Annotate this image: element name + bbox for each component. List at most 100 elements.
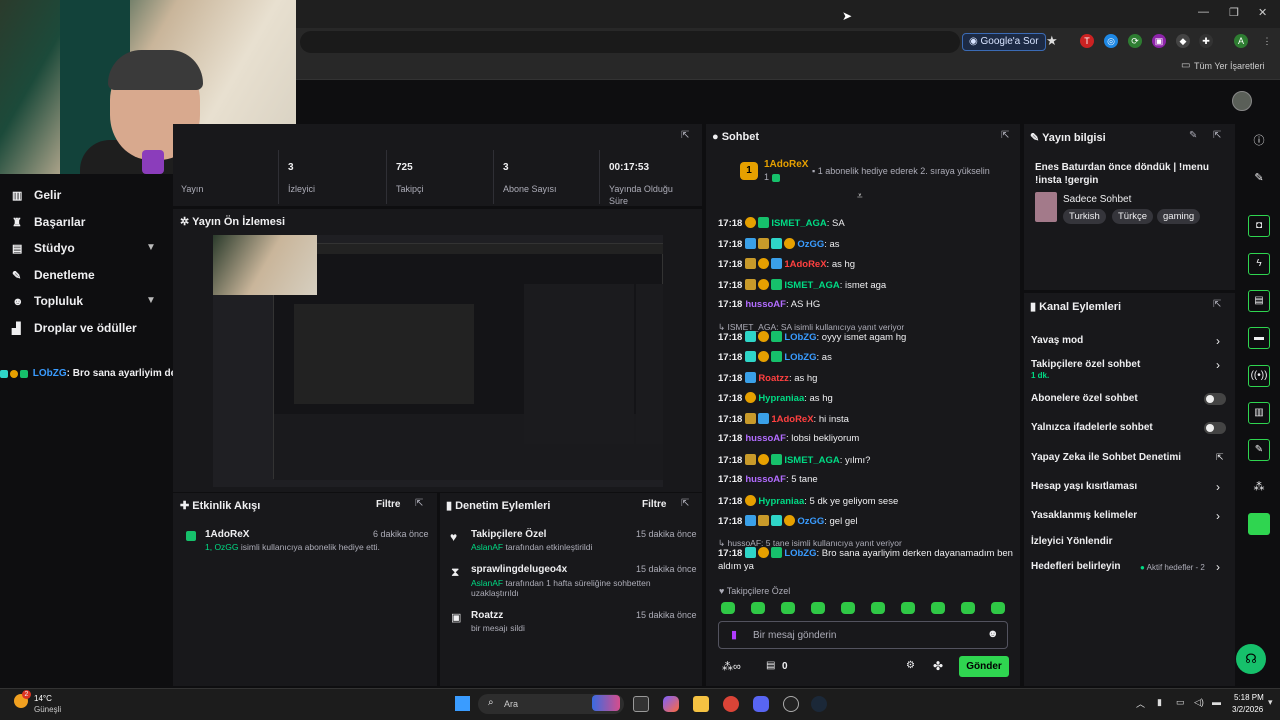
sidebar-item[interactable]: ☻ Topluluk: [12, 294, 83, 308]
chat-input[interactable]: ▮ Bir mesaj gönderin ☻: [718, 621, 1008, 649]
chat-message[interactable]: 17:18 ISMET_AGA: yılmı?: [718, 453, 1008, 466]
chevron-right-icon[interactable]: ›: [1216, 480, 1220, 494]
sidebar-item[interactable]: ♜ Başarılar: [12, 215, 85, 229]
profile-avatar[interactable]: A: [1234, 34, 1248, 48]
chat-username[interactable]: 1AdoReX: [784, 259, 826, 270]
network-icon[interactable]: ▭: [1176, 697, 1185, 708]
tray-chevron-icon[interactable]: ︿: [1136, 697, 1145, 710]
file-explorer-icon[interactable]: [693, 696, 709, 712]
emote-icon[interactable]: [871, 602, 885, 614]
chat-message[interactable]: 17:18 OzGG: gel gel: [718, 515, 1008, 527]
sidebar-item[interactable]: ▥ Gelir: [12, 188, 61, 202]
sidebar-item[interactable]: ▤ Stüdyo: [12, 241, 75, 255]
document-icon[interactable]: ▤: [1248, 290, 1270, 312]
stream-preview[interactable]: [213, 235, 663, 487]
chevron-down-icon[interactable]: ▼: [146, 295, 156, 306]
microphone-icon[interactable]: ▮: [1157, 697, 1162, 708]
emote-icon[interactable]: [961, 602, 975, 614]
channel-action[interactable]: İzleyici Yönlendir: [1031, 536, 1113, 547]
clock-time[interactable]: 5:18 PM: [1234, 693, 1264, 702]
sidebar-item[interactable]: ▟ Droplar ve ödüller: [12, 321, 137, 335]
chat-message[interactable]: 17:18 hussoAF: 5 tane: [718, 474, 1008, 485]
browser-menu-icon[interactable]: ⋮: [1260, 34, 1274, 48]
copilot-icon[interactable]: [663, 696, 679, 712]
popout-icon[interactable]: ⇱: [1213, 130, 1221, 141]
chat-username[interactable]: OzGG: [797, 516, 824, 527]
popout-icon[interactable]: ⇱: [415, 498, 423, 509]
extension-icon[interactable]: ▣: [1152, 34, 1166, 48]
channel-action[interactable]: Takipçilere özel sohbet: [1031, 359, 1140, 370]
chat-message[interactable]: 17:18 1AdoReX: hi insta: [718, 412, 1008, 425]
channel-action[interactable]: Yavaş mod: [1031, 335, 1083, 346]
popout-icon[interactable]: ⇱: [681, 498, 689, 509]
emote-icon[interactable]: [991, 602, 1005, 614]
wrench-icon[interactable]: ✎: [1248, 439, 1270, 461]
all-bookmarks-link[interactable]: Tüm Yer İşaretleri: [1194, 61, 1265, 71]
share-icon[interactable]: ⁂: [1248, 476, 1270, 498]
chat-username[interactable]: ISMET_AGA: [784, 280, 839, 291]
minimize-icon[interactable]: —: [1198, 6, 1209, 18]
channel-action[interactable]: Yalnızca ifadelerle sohbet: [1031, 422, 1153, 433]
chevron-right-icon[interactable]: ›: [1216, 358, 1220, 372]
popout-icon[interactable]: ⇱: [681, 130, 689, 141]
chat-username[interactable]: LObZG: [784, 548, 816, 559]
emote-icon[interactable]: [931, 602, 945, 614]
chat-message[interactable]: 17:18 ISMET_AGA: ismet aga: [718, 278, 1008, 291]
discord-icon[interactable]: [753, 696, 769, 712]
popout-icon[interactable]: ⇱: [1001, 130, 1009, 141]
emote-icon[interactable]: [781, 602, 795, 614]
google-ask-button[interactable]: ◉ Google'a Sor: [962, 33, 1046, 51]
tag[interactable]: Turkish: [1063, 209, 1106, 224]
chevron-right-icon[interactable]: ›: [1216, 509, 1220, 523]
edit-pencil-icon[interactable]: ✎: [1189, 130, 1197, 141]
extension-icon[interactable]: ◆: [1176, 34, 1190, 48]
emote-icon[interactable]: [721, 602, 735, 614]
chat-message[interactable]: 17:18 1AdoReX: as hg: [718, 258, 1008, 270]
battery-icon[interactable]: ▬: [1212, 697, 1221, 707]
channel-action[interactable]: Hesap yaşı kısıtlaması: [1031, 481, 1137, 492]
external-link-icon[interactable]: ⇱: [1216, 452, 1224, 463]
chrome-icon[interactable]: [723, 696, 739, 712]
extension-icon[interactable]: T: [1080, 34, 1094, 48]
obs-icon[interactable]: [783, 696, 799, 712]
green-app-icon[interactable]: [1248, 513, 1270, 535]
chat-username[interactable]: Roatzz: [758, 373, 789, 384]
chat-message[interactable]: 17:18 ISMET_AGA: SA: [718, 217, 1008, 229]
chat-username[interactable]: 1AdoReX: [771, 414, 813, 425]
print-icon[interactable]: ▥: [1248, 402, 1270, 424]
chat-username[interactable]: hussoAF: [745, 433, 786, 444]
extensions-puzzle-icon[interactable]: ✚: [1199, 34, 1213, 48]
store-icon[interactable]: ▤: [766, 660, 775, 671]
emote-icon[interactable]: [901, 602, 915, 614]
chat-username[interactable]: Hypraniaa: [758, 496, 804, 507]
tag[interactable]: Türkçe: [1112, 209, 1154, 224]
chat-message[interactable]: 17:18 Hypraniaa: as hg: [718, 392, 1008, 404]
chat-username[interactable]: LObZG: [784, 332, 816, 343]
maximize-icon[interactable]: ❐: [1229, 6, 1239, 19]
support-headset-icon[interactable]: ☊: [1236, 644, 1266, 674]
chat-username[interactable]: hussoAF: [745, 299, 786, 310]
tag[interactable]: gaming: [1157, 209, 1201, 224]
chevron-down-icon[interactable]: ▼: [146, 242, 156, 253]
chat-message[interactable]: 17:18 LObZG: Bro sana ayarliyim derken da…: [718, 546, 1013, 559]
chat-message[interactable]: 17:18 LObZG: as: [718, 351, 1008, 363]
clip-icon[interactable]: ◘: [1248, 215, 1270, 237]
notification-bell-icon[interactable]: ▾: [1268, 697, 1273, 708]
activity-filter-button[interactable]: Filtre: [376, 499, 400, 510]
activity-user[interactable]: 1AdoReX: [205, 529, 249, 540]
puzzle-icon[interactable]: ✤: [933, 659, 943, 673]
chat-username[interactable]: LObZG: [784, 352, 816, 363]
chat-icon[interactable]: ▬: [1248, 327, 1270, 349]
chevron-right-icon[interactable]: ›: [1216, 560, 1220, 574]
send-button[interactable]: Gönder: [959, 656, 1009, 677]
popout-icon[interactable]: ⇱: [1213, 299, 1221, 310]
channel-action[interactable]: Yapay Zeka ile Sohbet Denetimi: [1031, 452, 1181, 463]
address-bar[interactable]: [300, 31, 960, 53]
top-gifter-name[interactable]: 1AdoReX: [764, 159, 808, 170]
chat-username[interactable]: OzGG: [797, 239, 824, 250]
windows-start-icon[interactable]: [455, 696, 470, 711]
sidebar-item[interactable]: ✎ Denetleme: [12, 268, 95, 282]
channel-action[interactable]: Yasaklanmış kelimeler: [1031, 510, 1137, 521]
task-view-icon[interactable]: [633, 696, 649, 712]
emote-icon[interactable]: [751, 602, 765, 614]
